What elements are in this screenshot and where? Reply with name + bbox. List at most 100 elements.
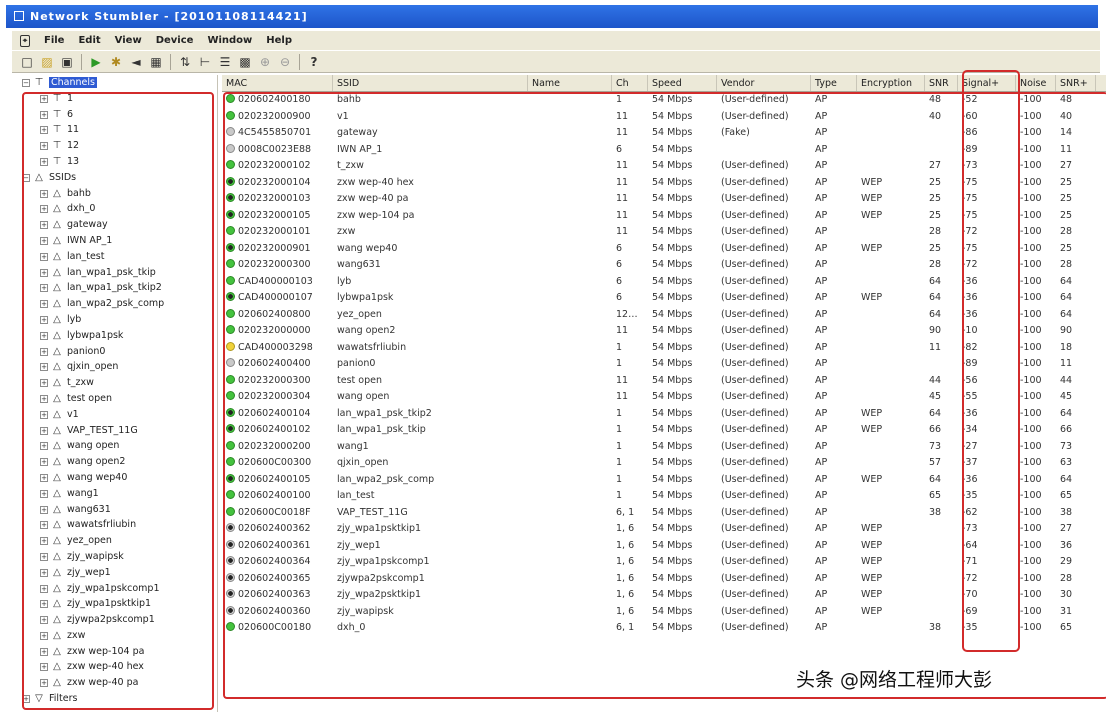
tree-item-ssid[interactable]: + △ test open [18,391,217,407]
expand-toggle-icon[interactable]: + [40,442,48,451]
tree-item-ssid[interactable]: + △ lan_wpa2_psk_comp [18,296,217,312]
expand-toggle-icon[interactable]: + [40,394,48,403]
open-icon[interactable]: ▨ [38,53,56,71]
document-menu-icon[interactable]: ⌖ [20,34,30,47]
tree-root-channels[interactable]: − ⊤ Channels [18,75,217,91]
table-row[interactable]: 020602400104 lan_wpa1_psk_tkip2 1 54 Mbps (U… [222,406,1106,423]
tree-item-ssid[interactable]: + △ zjy_wpa1psktkip1 [18,596,217,612]
column-type[interactable]: Type [811,75,857,91]
table-row[interactable]: 020602400360 zjy_wapipsk 1, 6 54 Mbps (User-… [222,604,1106,621]
expand-toggle-icon[interactable]: − [22,173,30,182]
tree-item-ssid[interactable]: + △ lybwpa1psk [18,328,217,344]
tree-item-ssid[interactable]: + △ zjy_wapipsk [18,549,217,565]
tree-item-ssid[interactable]: + △ zxw wep-40 hex [18,659,217,675]
expand-toggle-icon[interactable]: + [40,568,48,577]
column-snr[interactable]: SNR [925,75,958,91]
expand-toggle-icon[interactable]: + [22,695,30,704]
tree-item-ssid[interactable]: + △ lyb [18,312,217,328]
column-noise[interactable]: Noise [1016,75,1056,91]
table-row[interactable]: 020602400400 panion0 1 54 Mbps (User-defined… [222,356,1106,373]
table-row[interactable]: 020602400363 zjy_wpa2psktkip1 1, 6 54 Mbps (… [222,587,1106,604]
expand-toggle-icon[interactable]: + [40,537,48,546]
tree-item-channel[interactable]: + ⊤ 13 [18,154,217,170]
table-row[interactable]: CAD400000107 lybwpa1psk 6 54 Mbps (User-defi… [222,290,1106,307]
tree-item-ssid[interactable]: + △ zjy_wep1 [18,565,217,581]
expand-toggle-icon[interactable]: + [40,205,48,214]
table-row[interactable]: CAD400000103 lyb 6 54 Mbps (User-defined) AP 6… [222,274,1106,291]
table-row[interactable]: 020232000300 wang631 6 54 Mbps (User-defined… [222,257,1106,274]
table-row[interactable]: 020232000102 t_zxw 11 54 Mbps (User-defined)… [222,158,1106,175]
table-row[interactable]: 020602400361 zjy_wep1 1, 6 54 Mbps (User-def… [222,538,1106,555]
expand-toggle-icon[interactable]: + [40,268,48,277]
tree-item-ssid[interactable]: + △ zxw wep-104 pa [18,644,217,660]
column-mac[interactable]: MAC [222,75,333,91]
tree-item-ssid[interactable]: + △ wawatsfrliubin [18,517,217,533]
table-row[interactable]: 020602400800 yez_open 12… 54 Mbps (User-defi… [222,307,1106,324]
expand-toggle-icon[interactable]: + [40,110,48,119]
tree-item-ssid[interactable]: + △ panion0 [18,344,217,360]
column-ssid[interactable]: SSID [333,75,528,91]
expand-toggle-icon[interactable]: + [40,236,48,245]
table-row[interactable]: 020232000000 wang open2 11 54 Mbps (User-def… [222,323,1106,340]
tree-item-ssid[interactable]: + △ zxw wep-40 pa [18,675,217,691]
table-row[interactable]: 4C5455850701 gateway 11 54 Mbps (Fake) AP -86 -… [222,125,1106,142]
new-icon[interactable]: □ [18,53,36,71]
tree-item-ssid[interactable]: + △ v1 [18,407,217,423]
tree-item-ssid[interactable]: + △ lan_test [18,249,217,265]
expand-toggle-icon[interactable]: − [22,79,30,87]
column-speed[interactable]: Speed [648,75,717,91]
tree-item-ssid[interactable]: + △ t_zxw [18,375,217,391]
table-row[interactable]: 020232000900 v1 11 54 Mbps (User-defined) AP 4… [222,109,1106,126]
expand-toggle-icon[interactable]: + [40,189,48,198]
column-vendor[interactable]: Vendor [717,75,811,91]
tree-item-ssid[interactable]: + △ qjxin_open [18,359,217,375]
expand-toggle-icon[interactable]: + [40,521,48,530]
expand-toggle-icon[interactable]: + [40,679,48,688]
expand-toggle-icon[interactable]: + [40,363,48,372]
tree-item-channel[interactable]: + ⊤ 6 [18,107,217,123]
expand-toggle-icon[interactable]: + [40,252,48,261]
table-row[interactable]: 020232000104 zxw wep-40 hex 11 54 Mbps (User… [222,175,1106,192]
zoom-icon[interactable]: ⊕ [256,53,274,71]
table-row[interactable]: 020600C00300 qjxin_open 1 54 Mbps (User-defi… [222,455,1106,472]
expand-toggle-icon[interactable]: + [40,410,48,419]
expand-toggle-icon[interactable]: + [40,315,48,324]
filter-icon[interactable]: ⊢ [196,53,214,71]
column-signal[interactable]: Signal+ [958,75,1016,91]
expand-toggle-icon[interactable]: + [40,616,48,625]
tree-item-ssids[interactable]: − △ SSIDs [18,170,217,186]
tree-item-ssid[interactable]: + △ VAP_TEST_11G [18,423,217,439]
tree-item-ssid[interactable]: + △ lan_wpa1_psk_tkip2 [18,280,217,296]
table-row[interactable]: 020600C0018F VAP_TEST_11G 6, 1 54 Mbps (User… [222,505,1106,522]
expand-toggle-icon[interactable]: + [40,300,48,309]
table-row[interactable]: 020602400102 lan_wpa1_psk_tkip 1 54 Mbps (Us… [222,422,1106,439]
table-row[interactable]: 020232000200 wang1 1 54 Mbps (User-defined) A… [222,439,1106,456]
expand-toggle-icon[interactable]: + [40,284,48,293]
table-row[interactable]: 020232000103 zxw wep-40 pa 11 54 Mbps (User-… [222,191,1106,208]
expand-toggle-icon[interactable]: + [40,331,48,340]
save-icon[interactable]: ▣ [58,53,76,71]
tree-item-channel[interactable]: + ⊤ 1 [18,91,217,107]
expand-toggle-icon[interactable]: + [40,489,48,498]
tree-item-ssid[interactable]: + △ lan_wpa1_psk_tkip [18,265,217,281]
expand-toggle-icon[interactable]: + [40,458,48,467]
tree-item-ssid[interactable]: + △ bahb [18,186,217,202]
expand-toggle-icon[interactable]: + [40,142,48,151]
table-row[interactable]: 020602400180 bahb 1 54 Mbps (User-defined) AP… [222,92,1106,109]
tree-item-ssid[interactable]: + △ wang1 [18,486,217,502]
menu-file[interactable]: File [44,35,64,46]
table-row[interactable]: CAD400003298 wawatsfrliubin 1 54 Mbps (User-… [222,340,1106,357]
sort-icon[interactable]: ⇅ [176,53,194,71]
tree-item-ssid[interactable]: + △ IWN AP_1 [18,233,217,249]
table-row[interactable]: 020232000901 wang wep40 6 54 Mbps (User-defi… [222,241,1106,258]
expand-toggle-icon[interactable]: + [40,221,48,230]
expand-toggle-icon[interactable]: + [40,94,48,103]
scan-icon[interactable]: ✱ [107,53,125,71]
tree-item-channel[interactable]: + ⊤ 11 [18,122,217,138]
zoom-out-icon[interactable]: ⊖ [276,53,294,71]
expand-toggle-icon[interactable]: + [40,663,48,672]
tree-item-ssid[interactable]: + △ zjy_wpa1pskcomp1 [18,581,217,597]
expand-toggle-icon[interactable]: + [40,631,48,640]
tree-item-filters[interactable]: + ▽ Filters [18,691,217,707]
column-channel[interactable]: Ch [612,75,648,91]
